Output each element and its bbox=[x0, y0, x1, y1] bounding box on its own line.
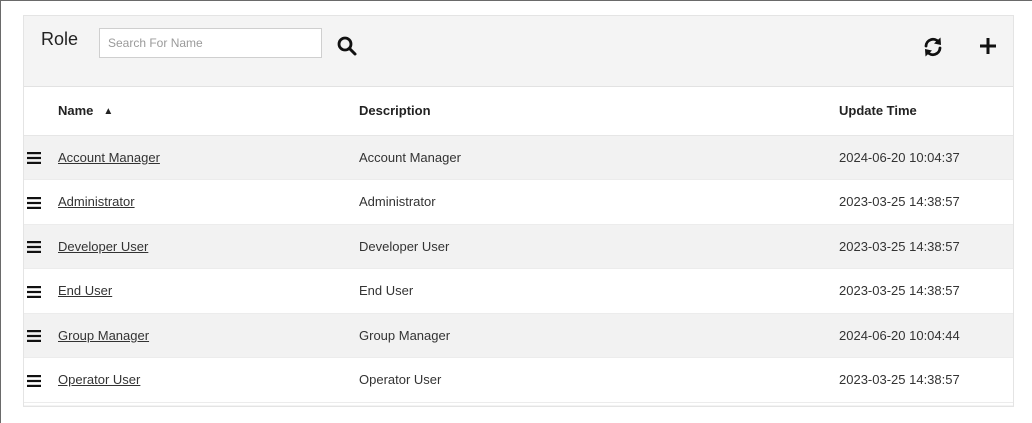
table-row[interactable]: Operator User Operator User 2023-03-25 14:… bbox=[24, 357, 1013, 403]
cell-update-time: 2023-03-25 14:38:57 bbox=[839, 179, 1013, 225]
table-row[interactable]: Group Manager Group Manager 2024-06-20 10:… bbox=[24, 313, 1013, 358]
cell-update-time: 2023-03-25 14:38:57 bbox=[839, 268, 1013, 314]
table-row[interactable]: Administrator Administrator 2023-03-25 14:… bbox=[24, 179, 1013, 225]
header-name[interactable]: Name ▲ bbox=[58, 87, 359, 136]
drag-handle[interactable] bbox=[24, 135, 58, 180]
cell-description: Group Manager bbox=[359, 313, 839, 358]
search-input[interactable] bbox=[99, 28, 322, 58]
drag-handle[interactable] bbox=[24, 313, 58, 358]
search-button[interactable] bbox=[336, 35, 358, 57]
role-description: Administrator bbox=[359, 194, 436, 210]
refresh-icon bbox=[924, 37, 942, 57]
table-row[interactable]: Account Manager Account Manager 2024-06-20… bbox=[24, 135, 1013, 180]
cell-name: Administrator bbox=[58, 179, 359, 225]
drag-handle-icon bbox=[27, 374, 41, 387]
drag-handle-icon bbox=[27, 196, 41, 209]
role-name-link[interactable]: Developer User bbox=[58, 239, 148, 254]
cell-update-time: 2023-03-25 14:38:57 bbox=[839, 357, 1013, 403]
table-header-row: Name ▲ Description Update Time bbox=[24, 87, 1013, 136]
roles-table-card: Name ▲ Description Update Time Account Ma… bbox=[24, 86, 1013, 405]
role-update-time: 2023-03-25 14:38:57 bbox=[839, 372, 960, 388]
drag-handle[interactable] bbox=[24, 357, 58, 403]
page-frame: Role Search For Name Name ▲ Description … bbox=[0, 0, 1032, 423]
role-update-time: 2023-03-25 14:38:57 bbox=[839, 238, 960, 254]
cell-name: Developer User bbox=[58, 224, 359, 269]
role-name-link[interactable]: Administrator bbox=[58, 194, 135, 209]
role-name-link[interactable]: Group Manager bbox=[58, 328, 149, 343]
cell-description: Developer User bbox=[359, 224, 839, 269]
cell-update-time: 2024-06-20 10:04:44 bbox=[839, 313, 1013, 358]
role-name-link[interactable]: Operator User bbox=[58, 372, 140, 387]
cell-update-time: 2023-03-25 14:38:57 bbox=[839, 224, 1013, 269]
role-description: Group Manager bbox=[359, 327, 451, 343]
refresh-button[interactable] bbox=[921, 35, 945, 59]
drag-handle[interactable] bbox=[24, 268, 58, 314]
header-name-label: Name bbox=[58, 103, 94, 119]
header-update-time[interactable]: Update Time bbox=[839, 87, 1013, 136]
cell-description: End User bbox=[359, 268, 839, 314]
roles-table: Name ▲ Description Update Time Account Ma… bbox=[24, 87, 1013, 403]
drag-handle-icon bbox=[27, 330, 41, 343]
role-description: End User bbox=[359, 283, 414, 299]
drag-handle[interactable] bbox=[24, 179, 58, 225]
role-update-time: 2024-06-20 10:04:37 bbox=[839, 149, 960, 165]
header-description[interactable]: Description bbox=[359, 87, 839, 136]
header-handle bbox=[24, 87, 58, 136]
role-update-time: 2023-03-25 14:38:57 bbox=[839, 283, 960, 299]
role-update-time: 2024-06-20 10:04:44 bbox=[839, 327, 960, 343]
toolbar: Role bbox=[24, 16, 1013, 86]
role-name-link[interactable]: End User bbox=[58, 283, 112, 298]
sort-ascending-icon: ▲ bbox=[103, 106, 114, 118]
drag-handle-icon bbox=[27, 152, 41, 165]
table-row[interactable]: End User End User 2023-03-25 14:38:57 bbox=[24, 268, 1013, 314]
add-role-button[interactable] bbox=[977, 35, 999, 57]
plus-icon bbox=[980, 38, 996, 54]
drag-handle-icon bbox=[27, 285, 41, 298]
role-name-link[interactable]: Account Manager bbox=[58, 150, 160, 165]
role-panel: Role Search For Name Name ▲ Description … bbox=[23, 15, 1014, 407]
cell-update-time: 2024-06-20 10:04:37 bbox=[839, 135, 1013, 180]
page-title: Role bbox=[41, 29, 79, 49]
cell-description: Account Manager bbox=[359, 135, 839, 180]
cell-name: Account Manager bbox=[58, 135, 359, 180]
role-description: Account Manager bbox=[359, 149, 461, 165]
cell-name: Operator User bbox=[58, 357, 359, 403]
role-update-time: 2023-03-25 14:38:57 bbox=[839, 194, 960, 210]
search-icon bbox=[337, 36, 357, 56]
cell-name: End User bbox=[58, 268, 359, 314]
role-description: Developer User bbox=[359, 238, 450, 254]
cell-name: Group Manager bbox=[58, 313, 359, 358]
drag-handle[interactable] bbox=[24, 224, 58, 269]
table-body: Account Manager Account Manager 2024-06-20… bbox=[24, 135, 1013, 403]
cell-description: Administrator bbox=[359, 179, 839, 225]
drag-handle-icon bbox=[27, 241, 41, 254]
table-row[interactable]: Developer User Developer User 2023-03-25 1… bbox=[24, 224, 1013, 269]
role-description: Operator User bbox=[359, 372, 442, 388]
cell-description: Operator User bbox=[359, 357, 839, 403]
